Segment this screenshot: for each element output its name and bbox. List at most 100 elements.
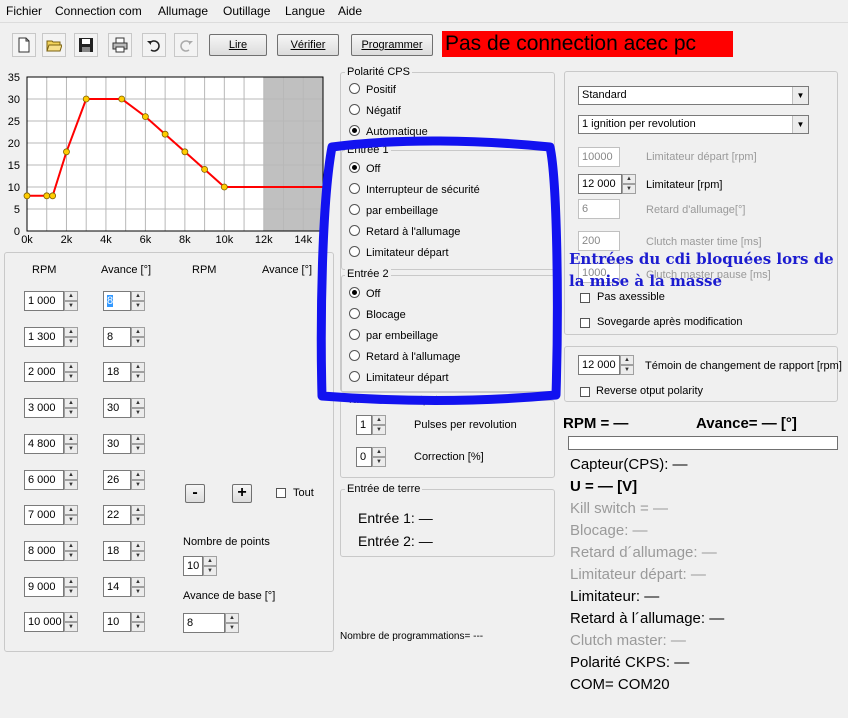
advance-field[interactable]: 8 bbox=[103, 326, 131, 347]
shift-arrows[interactable]: ▲ ▼ bbox=[620, 355, 634, 375]
menu-connection[interactable]: Connection com bbox=[55, 4, 142, 18]
advance-arrows[interactable]: ▲ ▼ bbox=[131, 505, 145, 526]
rpm-field[interactable]: 1 000 bbox=[24, 291, 64, 311]
radio-button[interactable] bbox=[349, 308, 360, 319]
radio-button[interactable] bbox=[349, 125, 360, 136]
points-count-arrows[interactable]: ▲ ▼ bbox=[203, 556, 217, 576]
points-count-field[interactable]: 10 bbox=[183, 556, 203, 576]
advance-arrows[interactable]: ▲ ▼ bbox=[131, 326, 145, 347]
reverse-polarity-checkbox[interactable] bbox=[580, 387, 590, 397]
rpm-arrows[interactable]: ▲ ▼ bbox=[64, 540, 78, 561]
advance-arrows[interactable]: ▲ ▼ bbox=[131, 291, 145, 311]
limiter-field[interactable]: 12 000 bbox=[578, 174, 622, 194]
input1-option[interactable]: Interrupteur de sécurité bbox=[349, 183, 480, 196]
base-advance-field[interactable]: 8 bbox=[183, 613, 225, 633]
rpm-stepper[interactable]: 1 300 ▲ ▼ bbox=[24, 326, 78, 347]
advance-field[interactable]: 30 bbox=[103, 433, 131, 454]
advance-stepper[interactable]: 18 ▲ ▼ bbox=[103, 362, 145, 383]
rpm-arrows[interactable]: ▲ ▼ bbox=[64, 576, 78, 597]
ignition-select[interactable]: 1 ignition per revolution ▼ bbox=[578, 115, 809, 134]
rpm-arrows[interactable]: ▲ ▼ bbox=[64, 398, 78, 419]
radio-button[interactable] bbox=[349, 329, 360, 340]
radio-button[interactable] bbox=[349, 162, 360, 173]
rpm-field[interactable]: 10 000 bbox=[24, 612, 64, 633]
rpm-arrows[interactable]: ▲ ▼ bbox=[64, 505, 78, 526]
radio-button[interactable] bbox=[349, 204, 360, 215]
print-icon[interactable] bbox=[108, 33, 132, 57]
radio-button[interactable] bbox=[349, 350, 360, 361]
correction-field[interactable]: 0 bbox=[356, 447, 372, 467]
rpm-field[interactable]: 9 000 bbox=[24, 576, 64, 597]
save-after-checkbox[interactable] bbox=[580, 318, 590, 328]
advance-stepper[interactable]: 14 ▲ ▼ bbox=[103, 576, 145, 597]
redo-icon[interactable] bbox=[174, 33, 198, 57]
input1-option[interactable]: par embeillage bbox=[349, 204, 438, 217]
polarity-option[interactable]: Automatique bbox=[349, 125, 428, 138]
shift-stepper[interactable]: 12 000 ▲ ▼ bbox=[578, 355, 635, 375]
rpm-field[interactable]: 6 000 bbox=[24, 469, 64, 490]
rpm-field[interactable]: 3 000 bbox=[24, 398, 64, 419]
new-file-icon[interactable] bbox=[12, 33, 36, 57]
advance-field[interactable]: 18 bbox=[103, 362, 131, 383]
advance-stepper[interactable]: 10 ▲ ▼ bbox=[103, 612, 145, 633]
rpm-stepper[interactable]: 3 000 ▲ ▼ bbox=[24, 398, 78, 419]
radio-button[interactable] bbox=[349, 183, 360, 194]
input1-option[interactable]: Retard à l'allumage bbox=[349, 225, 460, 238]
advance-arrows[interactable]: ▲ ▼ bbox=[131, 362, 145, 383]
advance-arrows[interactable]: ▲ ▼ bbox=[131, 612, 145, 633]
input1-option[interactable]: Off bbox=[349, 162, 380, 175]
rpm-stepper[interactable]: 7 000 ▲ ▼ bbox=[24, 505, 78, 526]
delay-field-wrap[interactable]: 6 bbox=[578, 199, 620, 219]
advance-stepper[interactable]: 8 ▲ ▼ bbox=[103, 326, 145, 347]
input2-option[interactable]: Limitateur départ bbox=[349, 371, 449, 384]
rpm-arrows[interactable]: ▲ ▼ bbox=[64, 291, 78, 311]
correction-arrows[interactable]: ▲ ▼ bbox=[372, 447, 386, 467]
add-point-button[interactable]: + bbox=[232, 484, 252, 503]
not-accessible-checkbox[interactable] bbox=[580, 293, 590, 303]
rpm-field[interactable]: 7 000 bbox=[24, 505, 64, 526]
shift-field[interactable]: 12 000 bbox=[578, 355, 620, 375]
input2-option[interactable]: par embeillage bbox=[349, 329, 438, 342]
rpm-field[interactable]: 1 300 bbox=[24, 326, 64, 347]
rpm-stepper[interactable]: 6 000 ▲ ▼ bbox=[24, 469, 78, 490]
open-folder-icon[interactable] bbox=[42, 33, 66, 57]
rpm-stepper[interactable]: 9 000 ▲ ▼ bbox=[24, 576, 78, 597]
advance-arrows[interactable]: ▲ ▼ bbox=[131, 576, 145, 597]
base-advance-arrows[interactable]: ▲ ▼ bbox=[225, 613, 239, 633]
pulses-stepper[interactable]: 1 ▲ ▼ bbox=[356, 415, 386, 435]
advance-stepper[interactable]: 18 ▲ ▼ bbox=[103, 540, 145, 561]
points-count-stepper[interactable]: 10 ▲ ▼ bbox=[183, 556, 217, 576]
radio-button[interactable] bbox=[349, 287, 360, 298]
menu-outillage[interactable]: Outillage bbox=[223, 4, 270, 18]
all-checkbox[interactable] bbox=[276, 488, 286, 498]
radio-button[interactable] bbox=[349, 104, 360, 115]
input2-option[interactable]: Retard à l'allumage bbox=[349, 350, 460, 363]
advance-stepper[interactable]: 26 ▲ ▼ bbox=[103, 469, 145, 490]
read-button[interactable]: Lire bbox=[209, 34, 267, 56]
save-icon[interactable] bbox=[74, 33, 98, 57]
limiter-arrows[interactable]: ▲ ▼ bbox=[622, 174, 636, 194]
rpm-arrows[interactable]: ▲ ▼ bbox=[64, 612, 78, 633]
rpm-field[interactable]: 8 000 bbox=[24, 540, 64, 561]
base-advance-stepper[interactable]: 8 ▲ ▼ bbox=[183, 613, 240, 633]
limiter-stepper[interactable]: 12 000 ▲ ▼ bbox=[578, 174, 637, 194]
input1-option[interactable]: Limitateur départ bbox=[349, 246, 449, 259]
rpm-field[interactable]: 2 000 bbox=[24, 362, 64, 383]
advance-arrows[interactable]: ▲ ▼ bbox=[131, 540, 145, 561]
radio-button[interactable] bbox=[349, 225, 360, 236]
program-button[interactable]: Programmer bbox=[351, 34, 433, 56]
start-limiter-field-wrap[interactable]: 10000 bbox=[578, 147, 620, 167]
delay-field[interactable]: 6 bbox=[578, 199, 620, 219]
polarity-option[interactable]: Positif bbox=[349, 83, 396, 96]
rpm-arrows[interactable]: ▲ ▼ bbox=[64, 326, 78, 347]
rpm-arrows[interactable]: ▲ ▼ bbox=[64, 469, 78, 490]
correction-stepper[interactable]: 0 ▲ ▼ bbox=[356, 447, 386, 467]
verify-button[interactable]: Vérifier bbox=[277, 34, 339, 56]
rpm-arrows[interactable]: ▲ ▼ bbox=[64, 433, 78, 454]
advance-arrows[interactable]: ▲ ▼ bbox=[131, 469, 145, 490]
polarity-option[interactable]: Négatif bbox=[349, 104, 401, 117]
advance-field[interactable]: 18 bbox=[103, 540, 131, 561]
rpm-stepper[interactable]: 4 800 ▲ ▼ bbox=[24, 433, 78, 454]
input2-option[interactable]: Off bbox=[349, 287, 380, 300]
menu-fichier[interactable]: Fichier bbox=[6, 4, 42, 18]
